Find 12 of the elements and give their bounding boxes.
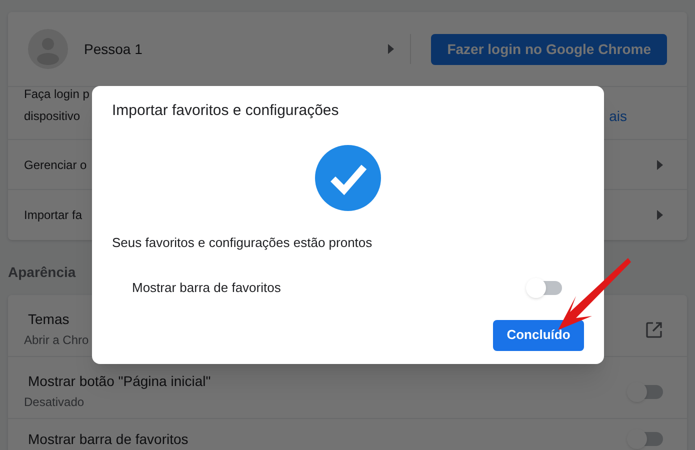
setting-title: Mostrar barra de favoritos: [28, 430, 188, 448]
setting-subtitle: Desativado: [24, 394, 84, 410]
dialog-title: Importar favoritos e configurações: [112, 101, 340, 121]
setting-title: Temas: [28, 310, 70, 328]
section-heading: Aparência: [8, 263, 76, 282]
setting-subtitle: Abrir a Chro: [24, 332, 89, 348]
profile-name: Pessoa 1: [84, 40, 142, 58]
setting-title: Mostrar botão "Página inicial": [28, 372, 211, 391]
dialog-message: Seus favoritos e configurações estão prontos: [112, 234, 374, 252]
sign-in-prompt: dispositivo: [24, 108, 82, 125]
toggle-label: Mostrar barra de favoritos: [132, 279, 282, 297]
sign-in-prompt: Faça login p: [24, 86, 90, 103]
